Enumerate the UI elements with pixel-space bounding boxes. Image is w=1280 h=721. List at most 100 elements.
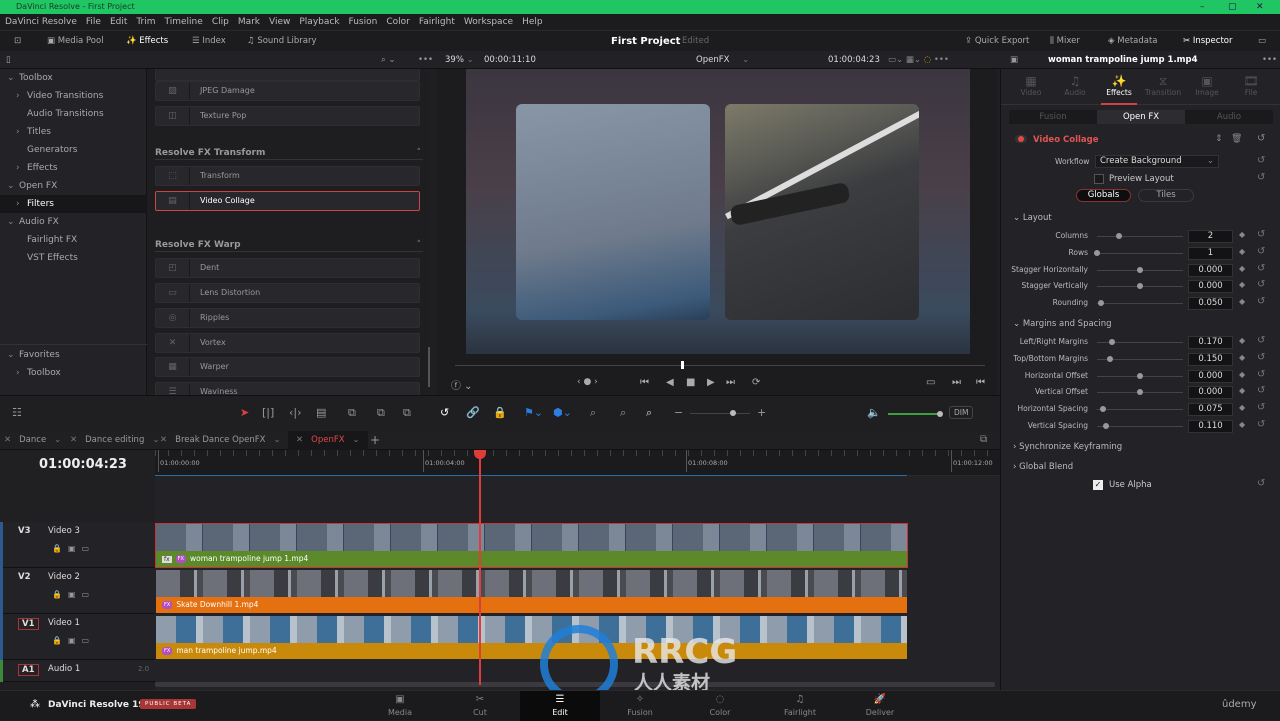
timeline-tab-dance[interactable]: ✕ Dance ⌄ [4, 431, 61, 450]
param-value-field[interactable]: 0.170 [1188, 336, 1233, 349]
reset-icon[interactable]: ↺ [1257, 246, 1265, 257]
timeline-clip[interactable]: FX Skate Downhill 1.mp4 [156, 570, 907, 613]
reset-workflow-icon[interactable]: ↺ [1257, 155, 1265, 166]
sidebar-toggle-icon[interactable]: ▯ [6, 51, 11, 69]
use-alpha-checkbox[interactable]: ✓ [1093, 480, 1103, 490]
tab-close-icon[interactable]: ✕ [160, 435, 167, 445]
reset-icon[interactable]: ↺ [1257, 279, 1265, 290]
workspace-toggle-icon[interactable]: ⊡ [14, 31, 21, 52]
timeline-clip[interactable]: fx FX woman trampoline jump 1.mp4 [155, 523, 908, 568]
effect-toggle[interactable] [1015, 135, 1027, 143]
keyframe-icon[interactable]: ◆ [1239, 230, 1245, 239]
tree-item-generators[interactable]: Generators [0, 141, 147, 159]
delete-icon[interactable]: 🗑 [1231, 134, 1242, 144]
tab-dropdown-icon[interactable]: ⌄ [152, 435, 159, 445]
inspector-tab-file[interactable]: 🎞 File [1229, 74, 1273, 97]
margins-section[interactable]: ⌄ Margins and Spacing [1013, 319, 1112, 329]
effect-item-partial[interactable] [155, 69, 420, 81]
reset-icon[interactable]: ↺ [1257, 263, 1265, 274]
effect-group-header[interactable]: Resolve FX Warp ˄ [155, 238, 423, 253]
param-slider[interactable] [1097, 426, 1183, 427]
menu-item-view[interactable]: View [269, 14, 290, 30]
zoom-full-icon[interactable]: ⌕ [590, 406, 596, 420]
reset-icon[interactable]: ↺ [1257, 385, 1265, 396]
track-id[interactable]: V2 [18, 572, 31, 582]
match-frame-icon[interactable]: ▭ [926, 377, 935, 388]
effect-item-jpeg-damage[interactable]: ▨ JPEG Damage [155, 81, 420, 101]
tree-item-toolbox[interactable]: ⌄ Toolbox [0, 69, 147, 87]
subtab-open-fx[interactable]: Open FX [1097, 110, 1185, 124]
timeline-panel-icon[interactable]: ⧉ [980, 434, 987, 445]
reset-alpha-icon[interactable]: ↺ [1257, 478, 1265, 489]
effect-item-vortex[interactable]: ✕ Vortex [155, 332, 420, 353]
volume-slider[interactable] [888, 411, 943, 417]
add-timeline-tab-button[interactable]: + [370, 431, 380, 450]
inspector-tab-video[interactable]: ▦ Video [1009, 74, 1053, 97]
search-icon[interactable]: ⌕ ⌄ [381, 51, 396, 69]
metadata-button[interactable]: ◈ Metadata [1108, 31, 1158, 52]
tree-item-open-fx[interactable]: ⌄ Open FX [0, 177, 147, 195]
slider-knob[interactable] [1137, 372, 1143, 379]
first-frame-button[interactable]: ⏮ [640, 377, 649, 388]
menu-item-davinci-resolve[interactable]: DaVinci Resolve [5, 14, 77, 30]
inspector-tab-transition[interactable]: ⧖ Transition [1141, 74, 1185, 97]
effect-item-lens-distortion[interactable]: ▭ Lens Distortion [155, 283, 420, 304]
insert-clip-icon[interactable]: ⧉ [348, 406, 356, 420]
zoom-out-icon[interactable]: − [674, 406, 683, 419]
zoom-custom-icon[interactable]: ⌕ [646, 406, 652, 420]
keyframe-icon[interactable]: ◆ [1239, 264, 1245, 273]
zoom-in-icon[interactable]: + [757, 406, 766, 419]
speaker-icon[interactable]: 🔈 [867, 406, 881, 419]
quick-export-button[interactable]: ⇪ Quick Export [965, 31, 1029, 52]
keyframe-icon[interactable]: ◆ [1239, 420, 1245, 429]
collapse-icon[interactable]: ˄ [417, 238, 422, 252]
keyframe-icon[interactable]: ◆ [1239, 353, 1245, 362]
slider-knob[interactable] [1115, 233, 1122, 239]
globals-button[interactable]: Globals [1076, 189, 1131, 202]
keyframe-icon[interactable]: ◆ [1239, 297, 1245, 306]
tree-item-fairlight-fx[interactable]: Fairlight FX [0, 231, 147, 249]
inspector-tab-audio[interactable]: ♫ Audio [1053, 74, 1097, 97]
slider-knob[interactable] [1098, 300, 1105, 307]
collapse-icon[interactable]: ˄ [417, 146, 422, 160]
effect-item-transform[interactable]: ⬚ Transform [155, 166, 420, 186]
maximize-button[interactable]: ▢ [1228, 0, 1237, 14]
loop-button[interactable]: ⟳ [752, 377, 760, 388]
viewer-options-icons[interactable]: ▭⌄ ▦⌄ ◌ ••• [888, 51, 949, 69]
reset-effect-icon[interactable]: ↺ [1257, 133, 1265, 144]
slider-knob[interactable] [1100, 406, 1107, 413]
keyframe-icon[interactable]: ◆ [1239, 336, 1245, 345]
reset-icon[interactable]: ↺ [1257, 402, 1265, 413]
menu-item-trim[interactable]: Trim [136, 14, 155, 30]
flag-icon[interactable]: ⚑⌄ [524, 406, 543, 419]
param-slider[interactable] [1097, 252, 1183, 254]
keyframe-icon[interactable]: ◆ [1239, 370, 1245, 379]
selection-tool-icon[interactable]: ➤ [240, 406, 249, 419]
preview-layout-checkbox[interactable] [1094, 174, 1104, 184]
reset-icon[interactable]: ↺ [1257, 419, 1265, 430]
track-controls-icons[interactable]: 🔒▣▭ [52, 636, 95, 645]
more-options-icon[interactable]: ••• [418, 51, 433, 69]
subtab-audio[interactable]: Audio [1185, 110, 1273, 124]
marker-icon[interactable]: ⬢⌄ [553, 406, 572, 419]
blade-tool-icon[interactable]: ▤ [316, 406, 326, 419]
mixer-button[interactable]: ⫼ Mixer [1050, 31, 1080, 52]
reset-icon[interactable]: ↺ [1257, 352, 1265, 363]
track-controls-icons[interactable]: 🔒▣▭ [52, 544, 95, 553]
menu-item-timeline[interactable]: Timeline [165, 14, 203, 30]
effect-item-warper[interactable]: ▦ Warper [155, 357, 420, 378]
media-pool-button[interactable]: ▣ Media Pool [47, 31, 104, 52]
tab-dropdown-icon[interactable]: ⌄ [274, 435, 281, 445]
param-value-field[interactable]: 0.000 [1188, 280, 1233, 294]
scrollbar[interactable] [428, 347, 430, 387]
menu-item-file[interactable]: File [86, 14, 101, 30]
effect-item-texture-pop[interactable]: ◫ Texture Pop [155, 106, 420, 126]
scrubber-handle[interactable] [681, 361, 684, 369]
param-slider[interactable] [1097, 303, 1183, 305]
tree-item-audio-transitions[interactable]: Audio Transitions [0, 105, 147, 123]
trim-tool-icon[interactable]: [|] [262, 406, 274, 419]
param-value-field[interactable]: 1 [1188, 246, 1233, 260]
param-value-field[interactable]: 0.000 [1188, 369, 1233, 383]
keyframe-icon[interactable]: ◆ [1239, 386, 1245, 395]
reset-icon[interactable]: ↺ [1257, 229, 1265, 240]
